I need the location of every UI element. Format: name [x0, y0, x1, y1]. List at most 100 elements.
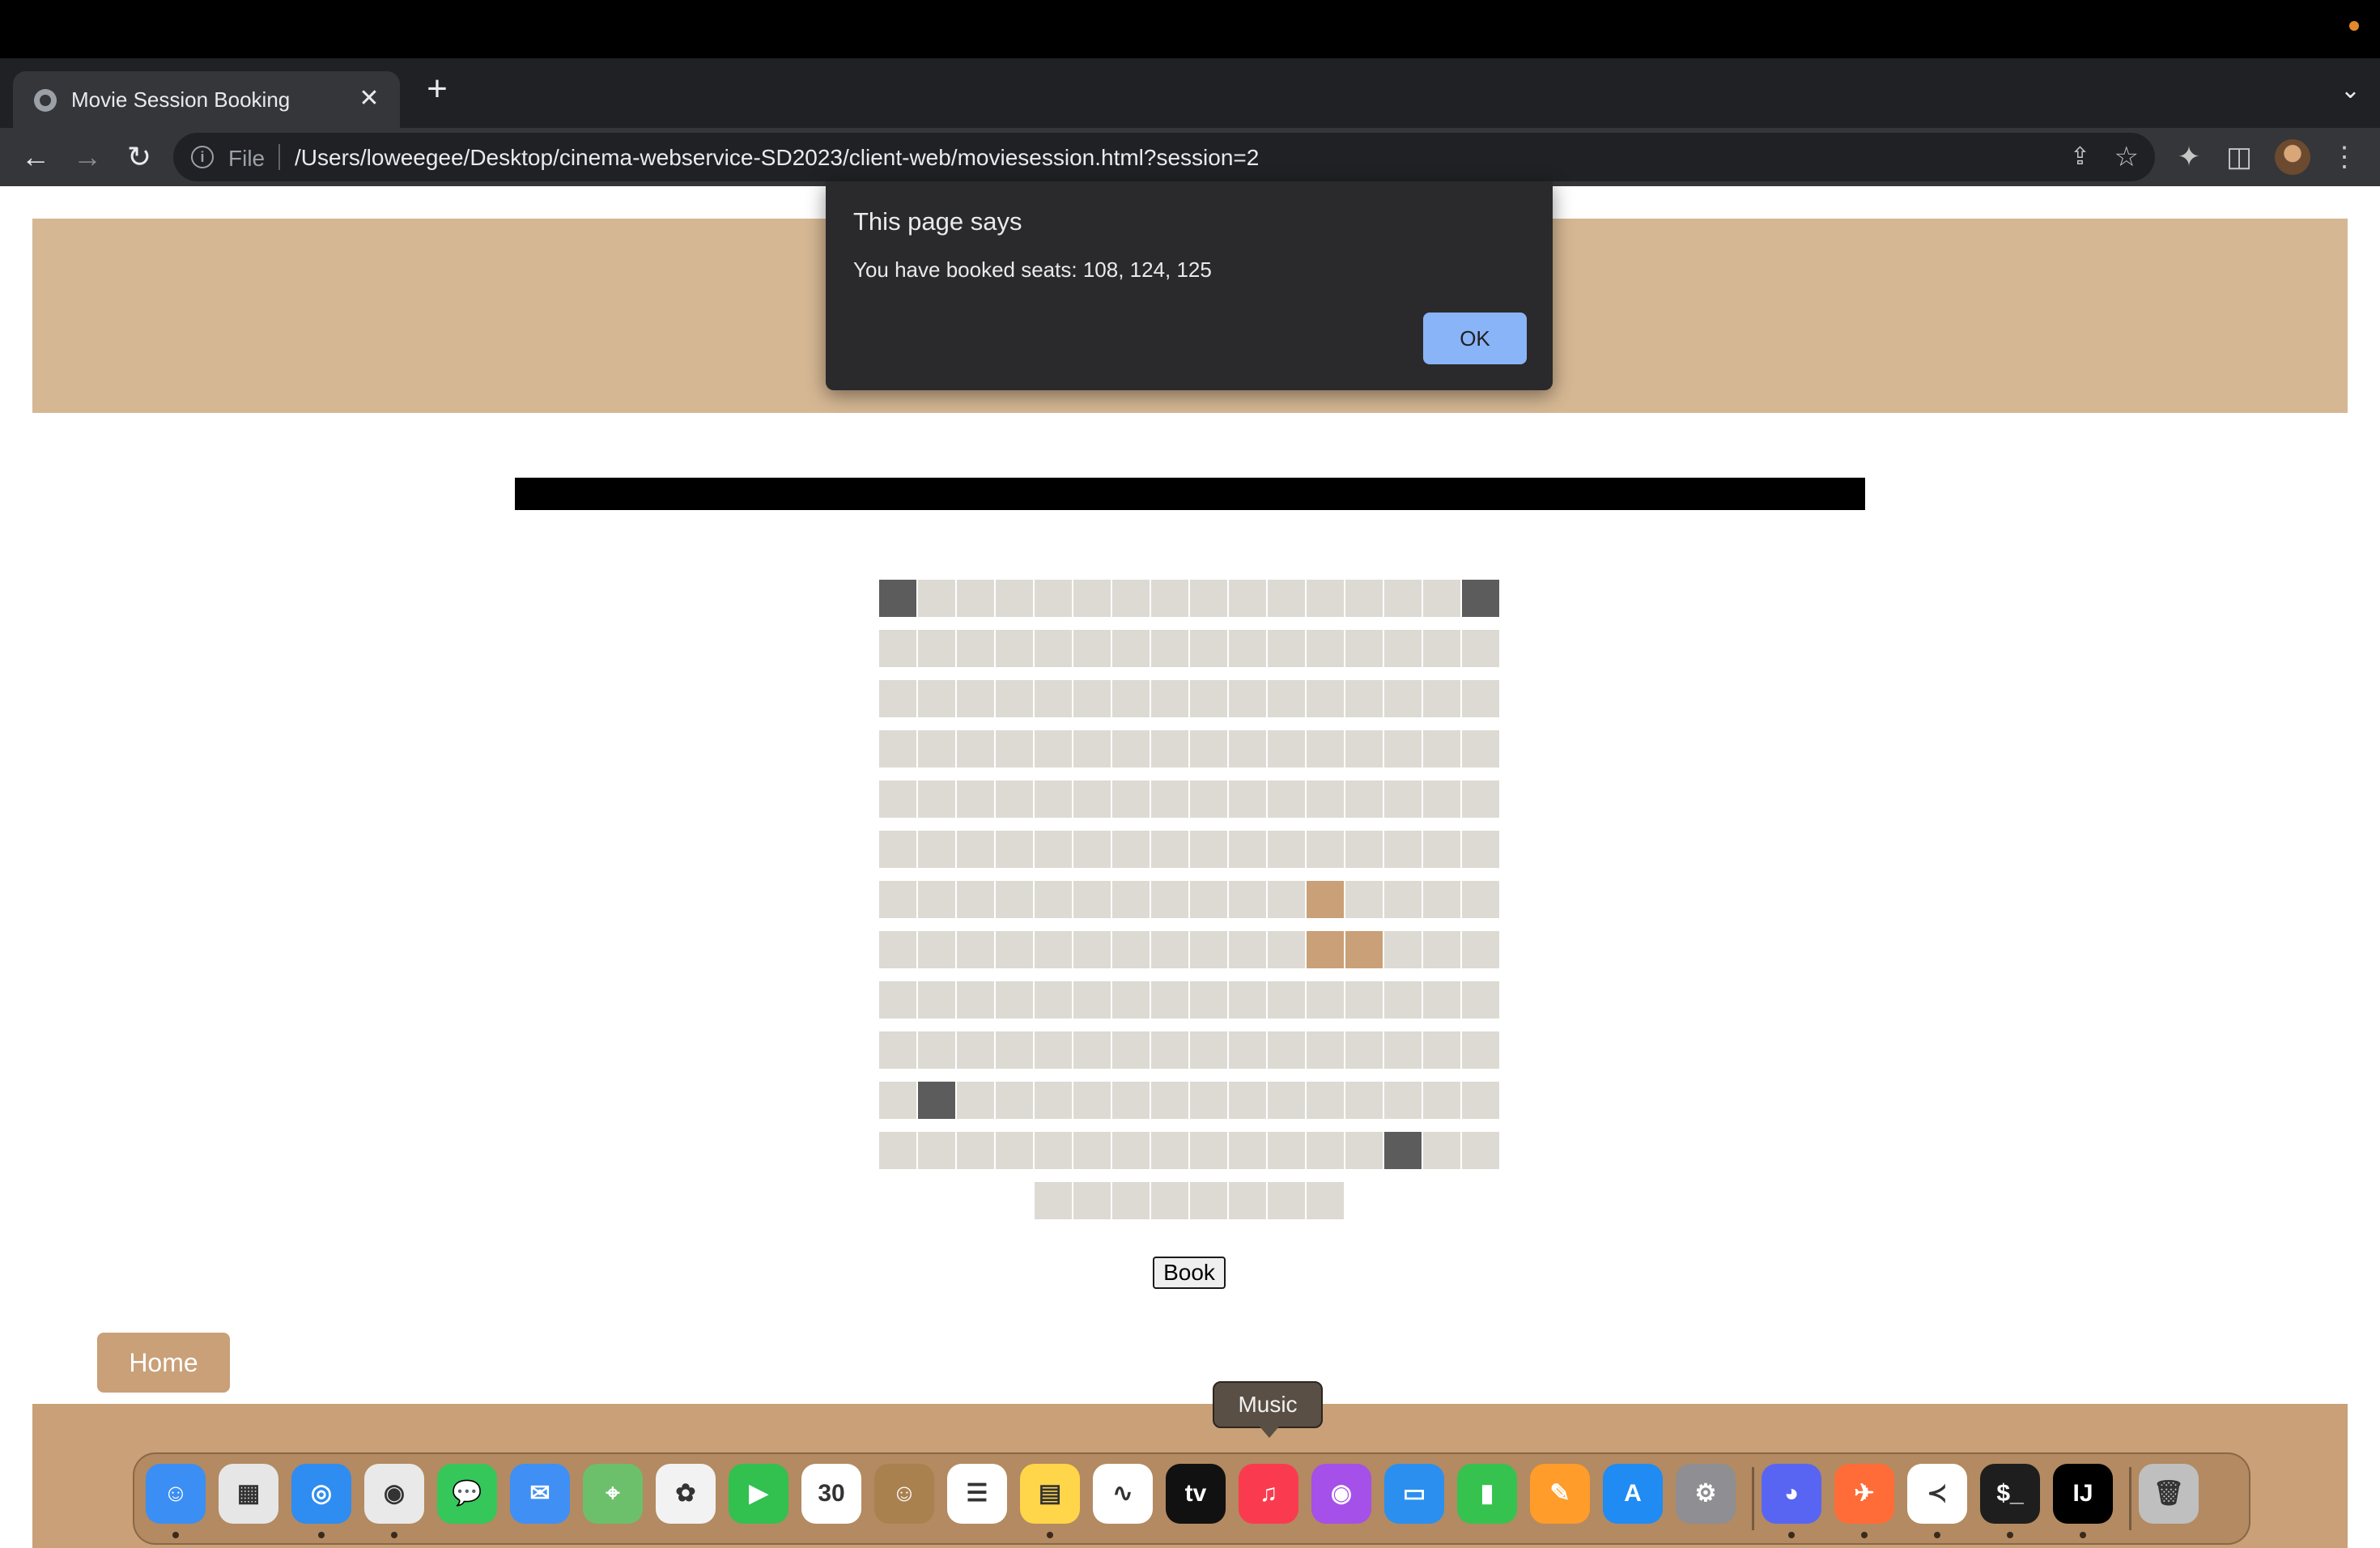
- seat-free[interactable]: [1073, 931, 1111, 968]
- side-panel-icon[interactable]: ◫: [2223, 141, 2255, 173]
- seat-free[interactable]: [1035, 1182, 1072, 1219]
- seat-free[interactable]: [1268, 680, 1305, 717]
- seat-free[interactable]: [1151, 1132, 1188, 1169]
- seat-free[interactable]: [957, 630, 994, 667]
- seat-free[interactable]: [1035, 831, 1072, 868]
- seat-free[interactable]: [1229, 630, 1266, 667]
- seat-free[interactable]: [1229, 730, 1266, 768]
- seat-free[interactable]: [1423, 831, 1460, 868]
- seat-free[interactable]: [1307, 680, 1344, 717]
- chrome-icon[interactable]: ◉: [364, 1464, 424, 1524]
- seat-free[interactable]: [1345, 780, 1383, 818]
- seat-free[interactable]: [1307, 780, 1344, 818]
- seat-free[interactable]: [1112, 831, 1150, 868]
- facetime-icon[interactable]: ▶: [729, 1464, 788, 1524]
- seat-free[interactable]: [1151, 931, 1188, 968]
- seat-free[interactable]: [957, 981, 994, 1019]
- seat-free[interactable]: [1229, 1182, 1266, 1219]
- seat-free[interactable]: [1151, 1082, 1188, 1119]
- seat-free[interactable]: [957, 1132, 994, 1169]
- seat-free[interactable]: [1229, 580, 1266, 617]
- seat-free[interactable]: [1345, 1132, 1383, 1169]
- seat-free[interactable]: [918, 1031, 955, 1069]
- seat-free[interactable]: [918, 1132, 955, 1169]
- seat-free[interactable]: [879, 831, 916, 868]
- seat-free[interactable]: [1462, 730, 1499, 768]
- seat-free[interactable]: [1268, 630, 1305, 667]
- seat-free[interactable]: [1384, 981, 1422, 1019]
- address-bar[interactable]: i File /Users/loweegee/Desktop/cinema-we…: [173, 133, 2155, 181]
- seat-free[interactable]: [1268, 780, 1305, 818]
- seat-free[interactable]: [1112, 1031, 1150, 1069]
- reload-button[interactable]: ↻: [121, 139, 157, 175]
- seat-free[interactable]: [1190, 680, 1227, 717]
- seat-free[interactable]: [957, 680, 994, 717]
- numbers-icon[interactable]: ▮: [1457, 1464, 1517, 1524]
- seat-free[interactable]: [1035, 1082, 1072, 1119]
- seat-free[interactable]: [1423, 1031, 1460, 1069]
- seat-free[interactable]: [1268, 1082, 1305, 1119]
- seat-free[interactable]: [1229, 981, 1266, 1019]
- pages-icon[interactable]: ✎: [1530, 1464, 1590, 1524]
- seat-free[interactable]: [1462, 831, 1499, 868]
- seat-free[interactable]: [1190, 780, 1227, 818]
- seat-free[interactable]: [1112, 981, 1150, 1019]
- seat-free[interactable]: [1073, 780, 1111, 818]
- launchpad-icon[interactable]: ▦: [219, 1464, 278, 1524]
- seat-free[interactable]: [1384, 931, 1422, 968]
- seat-free[interactable]: [1384, 881, 1422, 918]
- seat-free[interactable]: [1035, 730, 1072, 768]
- seat-free[interactable]: [996, 931, 1033, 968]
- profile-avatar[interactable]: [2275, 139, 2310, 175]
- seat-free[interactable]: [1151, 1182, 1188, 1219]
- seat-free[interactable]: [1229, 931, 1266, 968]
- seat-selected[interactable]: [1307, 881, 1344, 918]
- seat-free[interactable]: [1384, 680, 1422, 717]
- seat-free[interactable]: [1073, 831, 1111, 868]
- seat-free[interactable]: [1151, 1031, 1188, 1069]
- discord-icon[interactable]: ◕: [1762, 1464, 1821, 1524]
- music-icon[interactable]: ♫: [1239, 1464, 1298, 1524]
- seat-free[interactable]: [918, 981, 955, 1019]
- seat-selected[interactable]: [1307, 931, 1344, 968]
- finder-icon[interactable]: ☺: [146, 1464, 206, 1524]
- seat-free[interactable]: [1112, 1132, 1150, 1169]
- seat-free[interactable]: [879, 1031, 916, 1069]
- seat-free[interactable]: [1345, 1082, 1383, 1119]
- seat-free[interactable]: [918, 680, 955, 717]
- seat-free[interactable]: [1307, 1031, 1344, 1069]
- seat-free[interactable]: [1384, 730, 1422, 768]
- calendar-icon[interactable]: 30: [801, 1464, 861, 1524]
- browser-menu-icon[interactable]: ⋮: [2328, 141, 2361, 173]
- seat-free[interactable]: [879, 780, 916, 818]
- seat-free[interactable]: [996, 1132, 1033, 1169]
- seat-free[interactable]: [996, 881, 1033, 918]
- seat-free[interactable]: [996, 780, 1033, 818]
- seat-free[interactable]: [1190, 931, 1227, 968]
- vscode-icon[interactable]: ≺: [1907, 1464, 1967, 1524]
- seat-free[interactable]: [918, 780, 955, 818]
- seat-free[interactable]: [1345, 981, 1383, 1019]
- seat-free[interactable]: [996, 981, 1033, 1019]
- seat-free[interactable]: [1423, 1132, 1460, 1169]
- seat-free[interactable]: [1268, 1132, 1305, 1169]
- messages-icon[interactable]: 💬: [437, 1464, 497, 1524]
- seat-free[interactable]: [1229, 1132, 1266, 1169]
- seat-free[interactable]: [1229, 780, 1266, 818]
- seat-free[interactable]: [918, 831, 955, 868]
- seat-free[interactable]: [1073, 1031, 1111, 1069]
- back-button[interactable]: ←: [18, 139, 53, 175]
- book-button[interactable]: Book: [1153, 1257, 1226, 1289]
- seat-free[interactable]: [1190, 981, 1227, 1019]
- seat-free[interactable]: [1112, 780, 1150, 818]
- extensions-icon[interactable]: ✦: [2173, 141, 2205, 173]
- seat-free[interactable]: [1462, 881, 1499, 918]
- seat-free[interactable]: [1112, 931, 1150, 968]
- seat-free[interactable]: [1151, 780, 1188, 818]
- seat-free[interactable]: [1151, 730, 1188, 768]
- intellij-icon[interactable]: IJ: [2053, 1464, 2113, 1524]
- seat-free[interactable]: [1073, 680, 1111, 717]
- seat-free[interactable]: [1307, 730, 1344, 768]
- seat-free[interactable]: [1384, 580, 1422, 617]
- freeform-icon[interactable]: ∿: [1093, 1464, 1153, 1524]
